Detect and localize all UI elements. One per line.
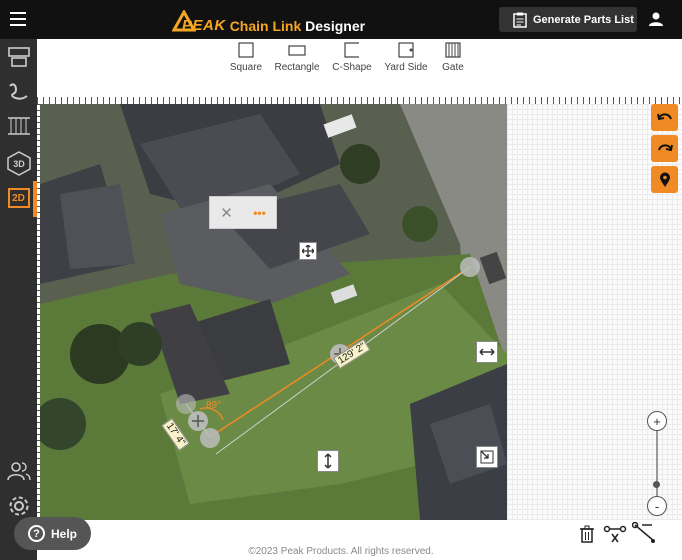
fence-context-popup: ✕ ••• [209, 196, 277, 229]
generate-parts-list-button[interactable]: Generate Parts List [499, 7, 637, 32]
path-icon [8, 83, 28, 100]
sidebar-item-3d-view[interactable]: 3D [4, 149, 33, 177]
shape-square[interactable]: Square [228, 42, 264, 73]
left-sidebar: 3D 2D [0, 39, 37, 560]
horizontal-ruler [37, 97, 682, 104]
location-button[interactable] [651, 166, 678, 193]
sidebar-item-path[interactable] [4, 77, 33, 105]
shape-yard-side-label: Yard Side [384, 62, 428, 73]
clipboard-icon [513, 12, 527, 28]
sidebar-item-fence-panel[interactable] [4, 112, 33, 140]
hamburger-menu-icon[interactable] [10, 12, 26, 26]
undo-button[interactable] [651, 104, 678, 131]
undo-icon [656, 112, 672, 120]
zoom-handle[interactable] [653, 481, 660, 488]
shape-rectangle-label: Rectangle [274, 62, 320, 73]
settings-icon [9, 496, 28, 516]
rectangle-icon [288, 45, 306, 56]
corner-resize-icon [480, 450, 494, 464]
3d-view-icon: 3D [6, 151, 31, 176]
move-icon [302, 245, 314, 257]
shape-gate-label: Gate [442, 62, 464, 73]
shape-c-shape[interactable]: C-Shape [332, 42, 372, 73]
sidebar-item-layout[interactable] [4, 43, 33, 71]
generate-button-label: Generate Parts List [533, 13, 634, 26]
yard-side-icon [398, 42, 414, 58]
logo-brand: PEAK [182, 17, 226, 34]
shape-yard-side[interactable]: Yard Side [384, 42, 428, 73]
c-shape-icon [344, 42, 359, 58]
resize-horizontal-handle[interactable] [476, 341, 498, 363]
angle-label: 89° [206, 400, 222, 411]
horizontal-arrows-icon [479, 348, 495, 356]
user-account-icon[interactable] [648, 11, 664, 27]
delete-button[interactable] [579, 525, 595, 548]
help-label: Help [50, 526, 77, 541]
popup-close-icon[interactable]: ✕ [220, 204, 233, 222]
popup-more-icon[interactable]: ••• [253, 206, 266, 220]
zoom-in-button[interactable]: + [647, 411, 667, 431]
scissors-icon [603, 525, 627, 543]
shape-gate[interactable]: Gate [440, 42, 466, 73]
resize-corner-handle[interactable] [476, 446, 498, 468]
3d-label: 3D [13, 159, 25, 169]
app-title-accent: Chain Link [229, 18, 302, 34]
map-pin-icon [659, 172, 670, 187]
resize-vertical-handle[interactable] [317, 450, 339, 472]
shape-square-label: Square [229, 62, 263, 73]
sidebar-item-settings[interactable] [4, 492, 33, 520]
sidebar-item-2d-view[interactable]: 2D [4, 184, 33, 212]
zoom-out-button[interactable]: - [647, 496, 667, 516]
trash-icon [580, 525, 594, 543]
2d-view-icon: 2D [7, 188, 30, 208]
redo-button[interactable] [651, 135, 678, 162]
users-icon [6, 462, 31, 481]
move-shape-icon[interactable] [299, 242, 317, 260]
map-canvas [40, 104, 507, 520]
split-line-icon [631, 521, 655, 543]
top-bar: PEAK Chain Link Designer Generate Parts … [0, 0, 682, 39]
zoom-track[interactable] [656, 430, 658, 500]
redo-icon [657, 143, 673, 151]
square-icon [238, 42, 254, 58]
satellite-map[interactable] [40, 104, 507, 520]
app-title: Chain Link Designer [230, 18, 365, 34]
app-title-rest: Designer [301, 18, 366, 34]
split-segment-button[interactable] [631, 521, 656, 549]
footer-copyright: ©2023 Peak Products. All rights reserved… [248, 546, 434, 557]
sidebar-item-users[interactable] [4, 457, 33, 485]
shape-rectangle[interactable]: Rectangle [274, 42, 320, 73]
vertical-arrows-icon [324, 453, 332, 469]
fence-panel-icon [7, 117, 30, 135]
gate-icon [445, 42, 461, 58]
help-icon: ? [27, 525, 45, 542]
app-logo: PEAK Chain Link Designer [172, 6, 365, 34]
shape-c-shape-label: C-Shape [332, 62, 372, 73]
layout-icon [7, 47, 30, 67]
